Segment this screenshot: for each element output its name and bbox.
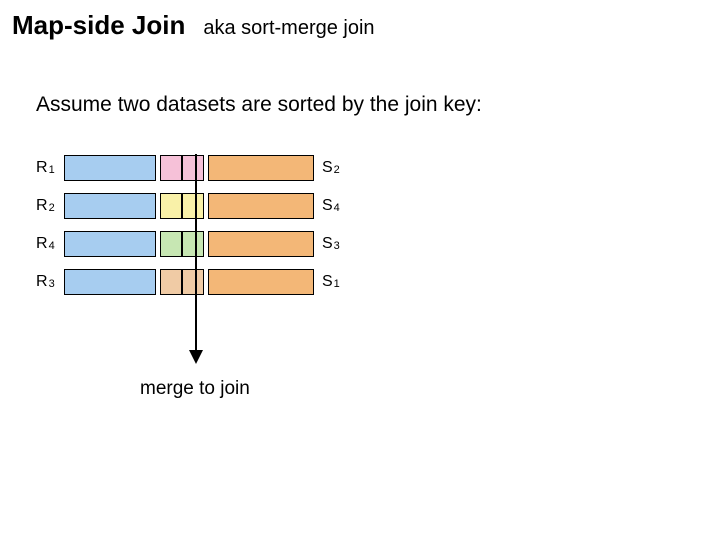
key-block (182, 155, 204, 181)
r-label: R4 (36, 235, 64, 253)
r-label: R2 (36, 197, 64, 215)
slide-subtitle: aka sort-merge join (203, 17, 374, 40)
s-block (208, 155, 314, 181)
s-label: S1 (322, 273, 340, 291)
sort-merge-diagram: R1 S2 R2 S4 R4 S3 R3 S1 (36, 154, 340, 306)
r-block (64, 193, 156, 219)
key-block (160, 231, 182, 257)
key-block (182, 269, 204, 295)
key-block (160, 269, 182, 295)
r-label: R1 (36, 159, 64, 177)
r-label: R3 (36, 273, 64, 291)
key-block (160, 193, 182, 219)
s-block (208, 269, 314, 295)
title-row: Map-side Join aka sort-merge join (12, 10, 375, 41)
diagram-row: R2 S4 (36, 192, 340, 220)
arrow-down-icon (189, 350, 203, 364)
diagram-row: R4 S3 (36, 230, 340, 258)
r-block (64, 155, 156, 181)
slide-title: Map-side Join (12, 10, 185, 41)
merge-caption: merge to join (140, 378, 250, 400)
s-label: S2 (322, 159, 340, 177)
r-block (64, 269, 156, 295)
r-block (64, 231, 156, 257)
s-block (208, 193, 314, 219)
diagram-row: R1 S2 (36, 154, 340, 182)
key-block (182, 231, 204, 257)
diagram-row: R3 S1 (36, 268, 340, 296)
s-label: S4 (322, 197, 340, 215)
body-text: Assume two datasets are sorted by the jo… (36, 92, 496, 117)
s-block (208, 231, 314, 257)
key-block (160, 155, 182, 181)
s-label: S3 (322, 235, 340, 253)
key-block (182, 193, 204, 219)
